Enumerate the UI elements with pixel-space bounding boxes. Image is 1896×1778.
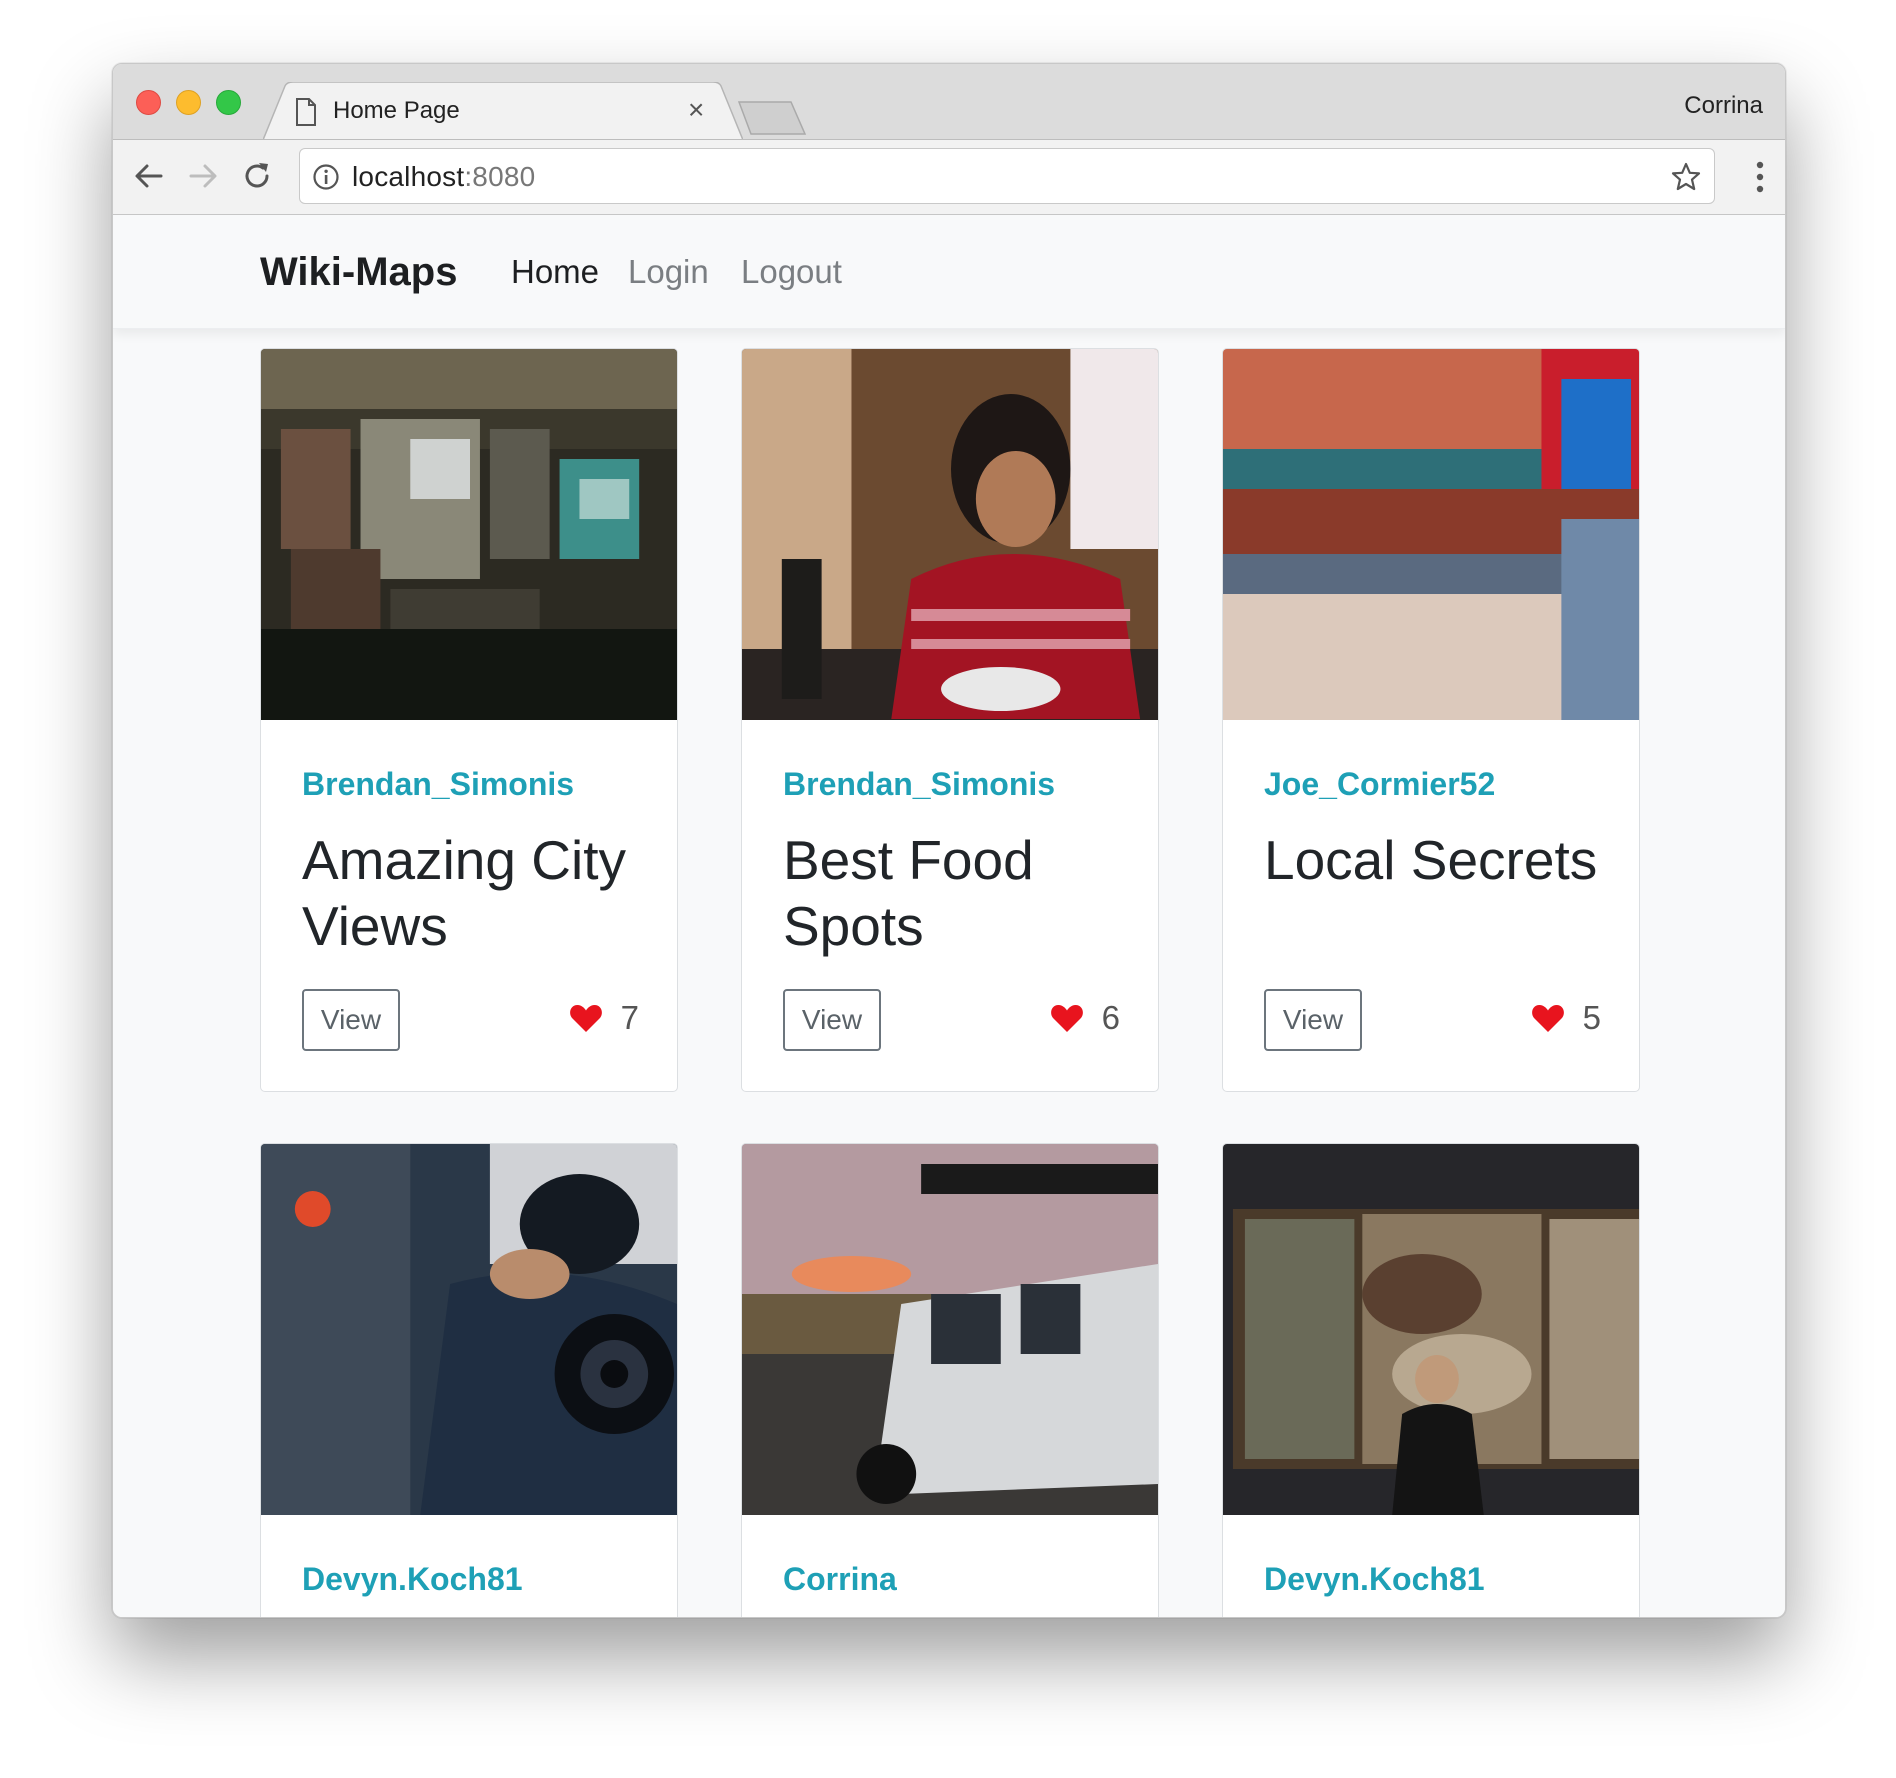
site-navbar: Wiki-Maps Home Login Logout [113,215,1785,329]
likes: 7 [569,995,639,1041]
maximize-window-button[interactable] [216,90,241,115]
map-card: Brendan_Simonis Amazing City Views View … [260,348,678,1092]
page-content: Wiki-Maps Home Login Logout Brendan_Simo… [113,215,1785,1617]
card-author[interactable]: Brendan_Simonis [783,766,1055,803]
heart-icon[interactable] [1531,1003,1565,1033]
forward-arrow-icon[interactable] [185,158,221,194]
card-title: Amazing City Views [302,829,626,957]
url-host: localhost [352,161,465,192]
card-author[interactable]: Devyn.Koch81 [302,1561,523,1598]
card-title: Local Secrets [1264,829,1598,891]
url-port: :8080 [464,161,536,192]
temple-festival-image [1223,349,1639,720]
map-card: Devyn.Koch81 [260,1143,678,1617]
card-author[interactable]: Devyn.Koch81 [1264,1561,1485,1598]
likes: 6 [1050,995,1120,1041]
close-icon[interactable]: × [688,94,704,126]
url-text[interactable]: localhost:8080 [352,161,535,193]
card-author[interactable]: Joe_Cormier52 [1264,766,1495,803]
back-arrow-icon[interactable] [131,158,167,194]
profile-name[interactable]: Corrina [1684,92,1763,120]
nav-link-login[interactable]: Login [628,253,709,291]
card-image[interactable] [261,1144,677,1515]
map-card: Joe_Cormier52 Local Secrets View 5 [1222,348,1640,1092]
like-count: 7 [620,999,639,1036]
info-icon[interactable] [312,163,340,191]
likes: 5 [1531,995,1601,1041]
minimize-window-button[interactable] [176,90,201,115]
nav-link-home[interactable]: Home [511,253,599,291]
close-window-button[interactable] [136,90,161,115]
tab-title: Home Page [333,97,460,124]
card-image[interactable] [742,349,1158,720]
card-author[interactable]: Brendan_Simonis [302,766,574,803]
card-author[interactable]: Corrina [783,1561,897,1598]
document-icon [296,98,316,126]
browser-window: Home Page × Corrina localhost:8080 Wiki-… [112,63,1786,1618]
woman-eating-image [742,349,1158,720]
offroad-vehicle-image [742,1144,1158,1515]
map-card: Corrina [741,1143,1159,1617]
card-image[interactable] [1223,349,1639,720]
view-button[interactable]: View [302,989,400,1051]
like-count: 6 [1101,999,1120,1036]
photographer-image [261,1144,677,1515]
map-card: Devyn.Koch81 [1222,1143,1640,1617]
new-tab-button[interactable] [737,100,807,136]
card-image[interactable] [261,349,677,720]
map-card: Brendan_Simonis Best Food Spots View 6 [741,348,1159,1092]
card-image[interactable] [1223,1144,1639,1515]
menu-dots-icon[interactable] [1755,160,1765,194]
browser-toolbar: localhost:8080 [113,139,1785,215]
heart-icon[interactable] [1050,1003,1084,1033]
gallery-painting-image [1223,1144,1639,1515]
nav-link-logout[interactable]: Logout [741,253,842,291]
star-icon[interactable] [1670,161,1702,193]
aerial-city-image [261,349,677,720]
like-count: 5 [1582,999,1601,1036]
reload-icon[interactable] [239,158,275,194]
address-bar[interactable]: localhost:8080 [299,148,1715,204]
card-image[interactable] [742,1144,1158,1515]
card-title: Best Food Spots [783,829,1034,957]
site-brand[interactable]: Wiki-Maps [260,250,457,295]
tab-strip: Home Page × Corrina [113,64,1785,140]
view-button[interactable]: View [1264,989,1362,1051]
view-button[interactable]: View [783,989,881,1051]
heart-icon[interactable] [569,1003,603,1033]
